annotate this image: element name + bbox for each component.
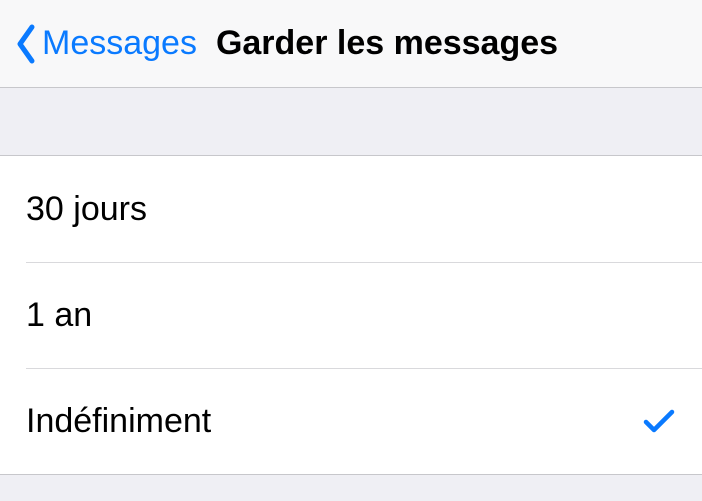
back-label: Messages: [42, 24, 197, 63]
option-label: 1 an: [26, 296, 92, 335]
option-30-days[interactable]: 30 jours: [0, 156, 702, 262]
back-button[interactable]: Messages: [14, 23, 197, 65]
section-spacer: [0, 88, 702, 156]
chevron-left-icon: [14, 23, 38, 65]
option-1-year[interactable]: 1 an: [0, 262, 702, 368]
checkmark-icon: [642, 404, 676, 438]
option-label: 30 jours: [26, 190, 147, 229]
option-forever[interactable]: Indéfiniment: [0, 368, 702, 474]
bottom-spacer: [0, 475, 702, 501]
page-title: Garder les messages: [216, 24, 558, 63]
options-list: 30 jours 1 an Indéfiniment: [0, 156, 702, 475]
option-label: Indéfiniment: [26, 402, 211, 441]
navbar: Messages Garder les messages: [0, 0, 702, 88]
